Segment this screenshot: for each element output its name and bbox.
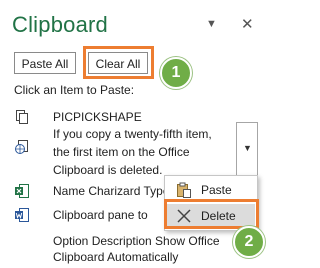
item-context-menu: Paste Delete (164, 175, 258, 231)
paste-icon (177, 182, 191, 198)
clipboard-item[interactable]: If you copy a twenty-fifth item, the fir… (14, 125, 241, 181)
item-dropdown-button[interactable]: ▼ (236, 122, 258, 178)
callout-badge-2: 2 (233, 226, 265, 258)
item-text-line: the first item on the Office (53, 145, 190, 159)
paste-all-button[interactable]: Paste All (14, 52, 76, 74)
clear-all-button[interactable]: Clear All (88, 52, 148, 74)
word-icon (15, 208, 29, 222)
menu-item-delete[interactable]: Delete (167, 204, 255, 228)
clipboard-pane: Clipboard ▼ ✕ Paste All Clear All 1 Clic… (0, 0, 271, 264)
office-globe-icon (15, 140, 28, 154)
item-text-line: Clipboard is deleted. (53, 163, 163, 177)
clipboard-copy-icon (16, 110, 28, 124)
item-text-line: Clipboard pane to (53, 208, 148, 222)
item-text-line: PICPICKSHAPE (53, 110, 142, 124)
item-text-line: Name Charizard Type (53, 184, 170, 198)
item-text-line: If you copy a twenty-fifth item, (53, 127, 212, 141)
paste-instruction: Click an Item to Paste: (14, 83, 135, 97)
callout-badge-1: 1 (160, 57, 192, 89)
chevron-down-icon: ▼ (243, 143, 252, 153)
clipboard-item[interactable]: Name Charizard Type (14, 182, 170, 202)
dropdown-triangle-icon[interactable]: ▼ (206, 18, 217, 30)
pane-title: Clipboard (12, 12, 108, 37)
close-icon[interactable]: ✕ (241, 15, 254, 33)
excel-icon (15, 184, 29, 198)
delete-x-icon (177, 209, 191, 223)
menu-item-label: Paste (201, 183, 232, 197)
clipboard-item[interactable]: Clipboard pane to (14, 206, 161, 226)
menu-item-label: Delete (201, 209, 236, 223)
clipboard-item[interactable]: Option Description Show Office Clipboard… (14, 232, 231, 268)
item-text-line: Clipboard Automatically (53, 250, 179, 264)
menu-item-paste[interactable]: Paste (167, 178, 255, 202)
